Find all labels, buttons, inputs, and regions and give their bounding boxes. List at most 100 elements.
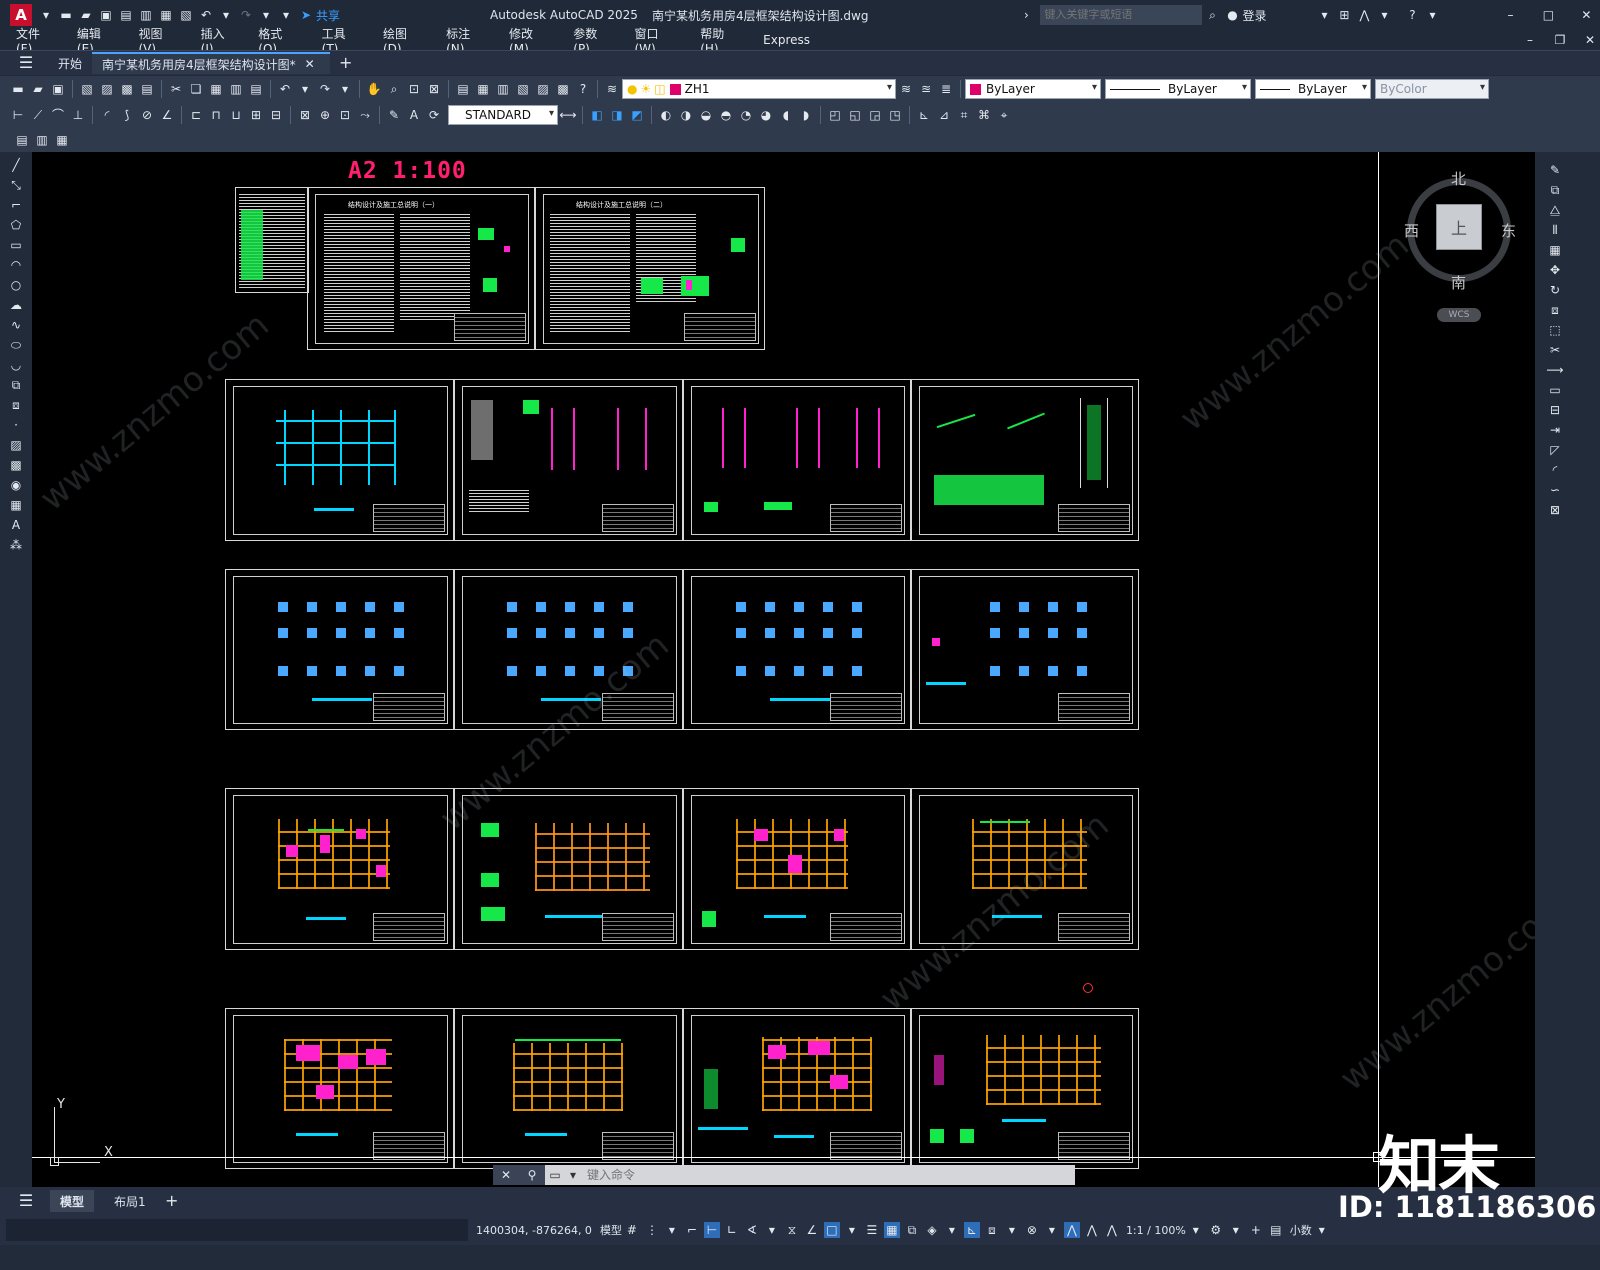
redo-icon[interactable]: ↷ <box>317 81 333 97</box>
revision-cloud-icon[interactable]: ☁ <box>8 297 24 313</box>
erase-tool-icon[interactable]: ✎ <box>1547 162 1563 178</box>
dim-space-icon[interactable]: ⊞ <box>248 107 264 123</box>
visual-style-concept-icon[interactable]: ◳ <box>887 107 903 123</box>
autocad-logo-icon[interactable]: A <box>10 4 32 26</box>
transparency-icon[interactable]: ▦ <box>883 1222 900 1238</box>
stretch-tool-icon[interactable]: ⬚ <box>1547 322 1563 338</box>
viewcube[interactable]: 上 北 南 西 东 WCS <box>1404 168 1516 328</box>
help-dropdown-icon[interactable]: ▾ <box>1424 7 1440 23</box>
save-icon[interactable]: ▣ <box>50 81 66 97</box>
drawing-canvas[interactable]: A2 1:100 结构设计及施工总说明（一） 结构设计及施工总说明（二） Y X… <box>32 152 1535 1187</box>
new-file-icon[interactable]: ▬ <box>58 7 74 23</box>
beam-reinf-sheet-1[interactable] <box>454 788 683 950</box>
redo-dropdown-icon[interactable]: ▾ <box>258 7 274 23</box>
quick-dim-icon[interactable]: ⊏ <box>188 107 204 123</box>
model-space-button[interactable]: 模型 <box>600 1222 622 1238</box>
roof-plan-sheet[interactable] <box>683 1008 911 1169</box>
ucs-icon[interactable]: ⊾ <box>916 107 932 123</box>
annotation-visibility-icon[interactable]: ⋀ <box>1063 1222 1080 1238</box>
make-current-layer-icon[interactable]: ≋ <box>898 81 914 97</box>
region-tool-icon[interactable]: ◉ <box>8 477 24 493</box>
print-icon[interactable]: ▧ <box>79 81 95 97</box>
roof-reinf-sheet[interactable] <box>911 1008 1139 1169</box>
zoom-realtime-icon[interactable]: ⌕ <box>386 81 402 97</box>
tab-drawing[interactable]: 南宁某机务用房4层框架结构设计图* ✕ <box>92 52 330 74</box>
lineweight-display-icon[interactable]: ☰ <box>864 1222 880 1238</box>
workspace-dropdown-icon[interactable]: ▾ <box>1228 1222 1244 1238</box>
command-history-dropdown-icon[interactable]: ▾ <box>565 1167 581 1183</box>
units-icon[interactable]: ▤ <box>1268 1222 1284 1238</box>
selection-filter-icon[interactable]: ⧈ <box>984 1222 1000 1238</box>
zoom-previous-icon[interactable]: ⊠ <box>426 81 442 97</box>
text-style-dropdown[interactable]: STANDARD ▾ <box>448 105 558 125</box>
offset-tool-icon[interactable]: ⫴ <box>1547 222 1563 238</box>
stair-section-sheet[interactable] <box>683 379 911 541</box>
copy-icon[interactable]: ❏ <box>188 81 204 97</box>
annotation-scale-dropdown-icon[interactable]: ▾ <box>1188 1222 1204 1238</box>
jogged-dim-icon[interactable]: ⟆ <box>119 107 135 123</box>
workspace-save-icon[interactable]: ▥ <box>34 132 50 148</box>
minimize-window-icon[interactable]: – <box>1502 7 1518 23</box>
ortho-icon[interactable]: ∟ <box>724 1222 740 1238</box>
add-selected-icon[interactable]: ⁂ <box>8 537 24 553</box>
zoom-window-icon[interactable]: ⊡ <box>406 81 422 97</box>
slab-reinf-sheet-1[interactable] <box>454 1008 683 1169</box>
spline-tool-icon[interactable]: ∿ <box>8 317 24 333</box>
scale-tool-icon[interactable]: ⧈ <box>1547 302 1563 318</box>
workspace-gear-icon[interactable]: ⚙ <box>1208 1222 1224 1238</box>
menu-express[interactable]: Express <box>763 33 810 47</box>
cart-icon[interactable]: ⊞ <box>1336 7 1352 23</box>
ordinate-dim-icon[interactable]: ⊥ <box>70 107 86 123</box>
tab-model[interactable]: 模型 <box>50 1190 95 1212</box>
visual-style-wire-icon[interactable]: ◰ <box>827 107 843 123</box>
help-icon[interactable]: ? <box>575 81 591 97</box>
blend-curves-icon[interactable]: ∽ <box>1547 482 1563 498</box>
dynamic-input-icon[interactable]: ⊢ <box>703 1222 720 1238</box>
annotation-monitor-icon[interactable]: + <box>1248 1222 1264 1238</box>
rectangle-tool-icon[interactable]: ▭ <box>8 237 24 253</box>
tab-start[interactable]: 开始 <box>48 52 92 74</box>
polyline-tool-icon[interactable]: ⌐ <box>8 197 24 213</box>
walk-icon[interactable]: ◓ <box>718 107 734 123</box>
break-at-point-icon[interactable]: ▭ <box>1547 382 1563 398</box>
baseline-dim-icon[interactable]: ⊓ <box>208 107 224 123</box>
tab-close-icon[interactable]: ✕ <box>302 56 318 72</box>
break-tool-icon[interactable]: ⊟ <box>1547 402 1563 418</box>
plotstyle-dropdown[interactable]: ByColor ▾ <box>1375 79 1489 99</box>
view-left-icon[interactable]: ◩ <box>629 107 645 123</box>
dynamic-ucs-icon[interactable]: ⊾ <box>963 1222 980 1238</box>
tolerance-icon[interactable]: ⊠ <box>297 107 313 123</box>
dim-style-icon[interactable]: ⟷ <box>559 107 576 123</box>
extend-tool-icon[interactable]: ⟶ <box>1546 362 1563 378</box>
mirror-tool-icon[interactable]: ⧋ <box>1547 202 1563 218</box>
color-dropdown[interactable]: ByLayer ▾ <box>965 79 1101 99</box>
command-input[interactable] <box>581 1166 1075 1184</box>
column-plan-sheet-1[interactable] <box>225 569 454 730</box>
undo-dropdown-icon[interactable]: ▾ <box>297 81 313 97</box>
ucs-world-icon[interactable]: ⊿ <box>936 107 952 123</box>
close-window-icon[interactable]: ✕ <box>1578 7 1594 23</box>
units-value[interactable]: 小数 <box>1290 1222 1312 1238</box>
mtext-tool-icon[interactable]: A <box>8 517 24 533</box>
redo-dropdown-icon[interactable]: ▾ <box>337 81 353 97</box>
annotation-scale-icon[interactable]: ⋀ <box>1104 1222 1120 1238</box>
dropdown-arrow-icon[interactable]: ▾ <box>38 7 54 23</box>
rotate-tool-icon[interactable]: ↻ <box>1547 282 1563 298</box>
point-tool-icon[interactable]: · <box>8 417 24 433</box>
compass-south[interactable]: 南 <box>1451 272 1466 293</box>
units-dropdown-icon[interactable]: ▾ <box>1314 1222 1330 1238</box>
radius-dim-icon[interactable]: ◜ <box>99 107 115 123</box>
viewcube-top-face[interactable]: 上 <box>1436 204 1482 250</box>
insert-block-icon[interactable]: ⧉ <box>8 377 24 393</box>
polygon-tool-icon[interactable]: ⬠ <box>8 217 24 233</box>
beam-plan-sheet-2[interactable] <box>683 788 911 950</box>
design-center-icon[interactable]: ▦ <box>475 81 491 97</box>
cut-icon[interactable]: ✂ <box>168 81 184 97</box>
polar-tracking-icon[interactable]: ∢ <box>744 1222 760 1238</box>
doc-minimize-icon[interactable]: – <box>1522 32 1538 48</box>
infer-constraints-icon[interactable]: ⌐ <box>684 1222 700 1238</box>
inspection-icon[interactable]: ⊡ <box>337 107 353 123</box>
isodraft-icon[interactable]: ⧖ <box>784 1222 800 1238</box>
undo-icon[interactable]: ↶ <box>198 7 214 23</box>
array-tool-icon[interactable]: ▦ <box>1547 242 1563 258</box>
